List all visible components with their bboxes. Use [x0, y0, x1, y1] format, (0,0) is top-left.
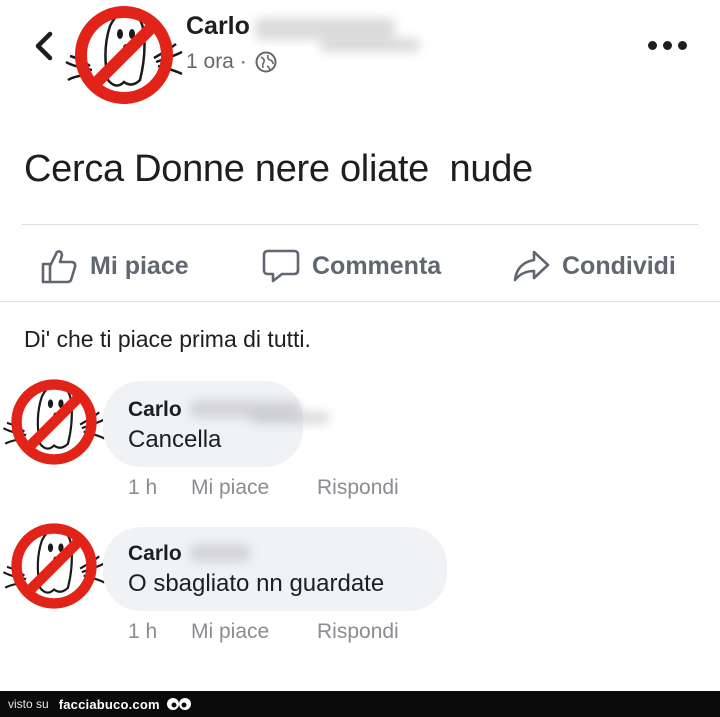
back-button[interactable] [30, 26, 60, 66]
comment-text: O sbagliato nn guardate [128, 570, 385, 597]
author-name[interactable]: Carlo [186, 12, 250, 41]
post-timestamp[interactable]: 1 ora · [186, 50, 247, 74]
redacted-name [190, 544, 250, 562]
like-label: Mi piace [90, 251, 189, 280]
comments-prompt: Di' che ti piace prima di tutti. [24, 326, 311, 352]
divider [22, 224, 698, 225]
share-icon [513, 250, 550, 282]
comment-reply-link[interactable]: Rispondi [317, 620, 399, 644]
comment-text: Cancella [128, 426, 222, 453]
redacted-name [255, 18, 395, 40]
globe-icon [255, 51, 277, 73]
comment-bubble [103, 527, 447, 611]
thumbs-up-icon [41, 250, 77, 284]
redacted-name [250, 412, 330, 424]
comment-author[interactable]: Carlo [128, 398, 182, 422]
comment-time[interactable]: 1 h [128, 476, 157, 500]
comment-bubble [103, 381, 303, 467]
comment-label: Commenta [312, 251, 442, 280]
redacted-name [320, 38, 420, 52]
divider [0, 301, 720, 302]
post-text: Cerca Donne nere oliate nude [24, 148, 533, 190]
share-button[interactable]: Condividi [512, 244, 676, 288]
like-button[interactable]: Mi piace [40, 244, 189, 288]
watermark-brand: facciabuco.com [58, 696, 160, 712]
watermark-prefix: visto su [8, 697, 49, 711]
comment-like-link[interactable]: Mi piace [191, 476, 269, 500]
chevron-left-icon [35, 31, 53, 61]
more-dots-icon [648, 40, 657, 50]
commenter-avatar[interactable] [0, 516, 108, 616]
eyes-icon [166, 698, 191, 710]
more-dots-icon [678, 40, 687, 50]
comment-button[interactable]: Commenta [262, 244, 441, 288]
commenter-avatar[interactable] [0, 372, 108, 472]
author-avatar[interactable] [62, 0, 186, 110]
watermark-bar: visto su facciabuco.com [0, 691, 720, 717]
post-meta: 1 ora · [186, 50, 277, 74]
comment-reply-link[interactable]: Rispondi [317, 476, 399, 500]
comment-like-link[interactable]: Mi piace [191, 620, 269, 644]
comment-icon [262, 249, 300, 283]
more-dots-icon [663, 40, 672, 50]
more-options-button[interactable] [648, 34, 696, 56]
comment-author[interactable]: Carlo [128, 542, 182, 566]
comment-time[interactable]: 1 h [128, 620, 157, 644]
share-label: Condividi [562, 251, 676, 280]
